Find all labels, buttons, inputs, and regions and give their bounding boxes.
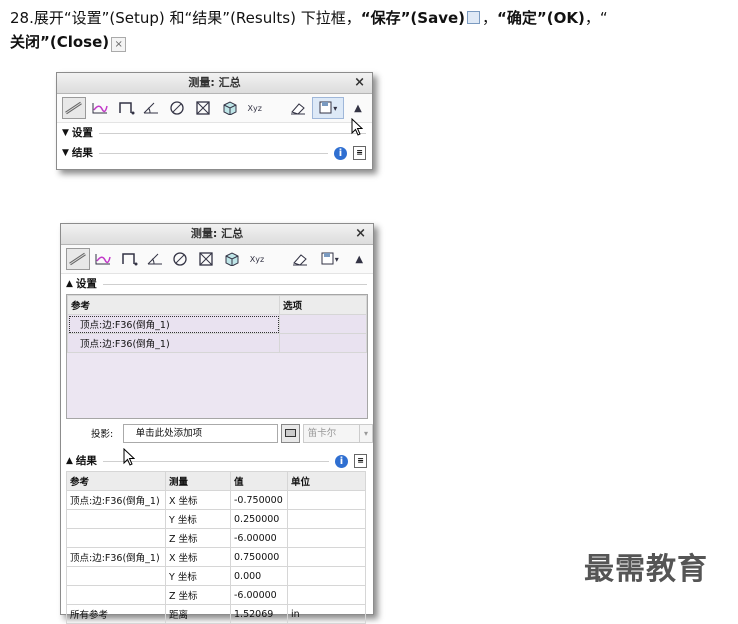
reference-cell[interactable]: 顶点:边:F36(倒角_1) <box>67 333 280 353</box>
volume-icon[interactable] <box>217 97 241 119</box>
save-icon <box>467 11 481 24</box>
table-row[interactable]: 所有参考 距离 1.52069 in <box>66 604 366 624</box>
results-section-header[interactable]: ▼ 结果 i ≡ <box>57 143 372 163</box>
mouse-cursor-icon <box>351 118 363 136</box>
circle-icon[interactable] <box>165 97 189 119</box>
expand-arrow-icon: ▼ <box>62 148 69 158</box>
setup-section-header[interactable]: ▼ 设置 <box>57 123 372 143</box>
dialog-close-button[interactable]: × <box>355 224 366 244</box>
column-header-value[interactable]: 值 <box>230 471 288 491</box>
projection-input[interactable]: 单击此处添加项 <box>122 423 279 443</box>
table-row[interactable]: Y 坐标 0.250000 <box>66 509 366 529</box>
reference-row[interactable]: 顶点:边:F36(倒角_1) <box>67 333 367 353</box>
save-term: “保存”(Save) <box>360 9 466 27</box>
dialog-title: 测量: 汇总 <box>190 227 244 240</box>
angle-icon[interactable] <box>139 97 163 119</box>
reference-header-row: 参考 选项 <box>67 295 367 315</box>
projection-row: 投影: 单击此处添加项 笛卡尔 ▾ <box>61 419 373 447</box>
expand-arrow-icon: ▼ <box>62 128 69 138</box>
table-row[interactable]: 顶点:边:F36(倒角_1) X 坐标 -0.750000 <box>66 490 366 510</box>
table-row[interactable]: 顶点:边:F36(倒角_1) X 坐标 0.750000 <box>66 547 366 567</box>
mouse-cursor-icon <box>123 448 135 466</box>
results-header-row: 参考 测量 值 单位 <box>66 471 366 491</box>
results-table: 参考 测量 值 单位 顶点:边:F36(倒角_1) X 坐标 -0.750000 Y… <box>66 471 366 624</box>
projection-label: 投影: <box>91 429 114 440</box>
results-label: 结果 <box>75 455 97 467</box>
table-row[interactable]: Z 坐标 -6.00000 <box>66 585 366 605</box>
measure-toolbar: Xyz ▾ ▲ <box>57 94 372 123</box>
close-term: 关闭”(Close) <box>10 33 110 51</box>
coordinate-system-select[interactable]: 笛卡尔 ▾ <box>302 423 373 443</box>
column-header-reference[interactable]: 参考 <box>67 295 280 315</box>
save-dropdown-icon[interactable]: ▾ <box>333 104 337 113</box>
eraser-icon[interactable] <box>288 248 312 270</box>
chevron-down-icon: ▾ <box>359 424 372 442</box>
transform-icon[interactable]: Xyz <box>245 248 269 270</box>
results-label: 结果 <box>71 147 93 159</box>
coordinate-system-value: 笛卡尔 <box>307 427 337 439</box>
save-button[interactable]: ▾ <box>312 97 345 119</box>
instruction-part1: 展开“设置”(Setup) 和“结果”(Results) 下拉框， <box>33 9 361 27</box>
list-icon[interactable]: ≡ <box>354 454 367 468</box>
setup-label: 设置 <box>75 278 97 290</box>
setup-label: 设置 <box>71 127 93 139</box>
eraser-icon[interactable] <box>286 97 310 119</box>
reference-row[interactable]: 顶点:边:F36(倒角_1) <box>67 314 367 334</box>
column-header-unit[interactable]: 单位 <box>287 471 366 491</box>
watermark-brand: 最需教育 <box>584 552 708 587</box>
angle-icon[interactable] <box>143 248 167 270</box>
diameter-icon[interactable] <box>117 248 141 270</box>
step-number: 28. <box>10 9 34 27</box>
measure-toolbar: Xyz ▾ ▲ <box>61 245 373 274</box>
measure-summary-dialog-expanded: 测量: 汇总 × Xyz ▾ ▲ ▲ 设置 参考 选项 顶点:边:F36(倒角_… <box>60 223 374 624</box>
distance-icon[interactable] <box>62 97 86 119</box>
length-icon[interactable] <box>92 248 116 270</box>
options-cell[interactable] <box>279 333 367 353</box>
save-button[interactable]: ▾ <box>314 248 345 270</box>
results-section-header[interactable]: ▲ 结果 i ≡ <box>61 451 373 471</box>
save-dropdown-icon[interactable]: ▾ <box>335 255 339 264</box>
collapse-arrow-icon: ▲ <box>66 279 73 289</box>
reference-cell[interactable]: 顶点:边:F36(倒角_1) <box>67 314 280 334</box>
table-row[interactable]: Y 坐标 0.000 <box>66 566 366 586</box>
info-icon[interactable]: i <box>335 454 348 468</box>
column-header-reference[interactable]: 参考 <box>66 471 166 491</box>
circle-icon[interactable] <box>168 248 192 270</box>
diameter-icon[interactable] <box>114 97 138 119</box>
setup-section-header[interactable]: ▲ 设置 <box>61 274 373 294</box>
instruction-text: 28.展开“设置”(Setup) 和“结果”(Results) 下拉框，“保存”… <box>10 9 608 52</box>
ok-term: “确定”(OK) <box>497 9 585 27</box>
length-icon[interactable] <box>88 97 112 119</box>
column-header-options[interactable]: 选项 <box>279 295 367 315</box>
options-cell[interactable] <box>279 314 367 334</box>
collapse-arrow-icon: ▲ <box>66 456 73 466</box>
measure-summary-dialog-collapsed: 测量: 汇总 × Xyz ▾ ▲ ▼ 设置 ▼ 结果 i ≡ <box>56 72 373 170</box>
area-icon[interactable] <box>194 248 218 270</box>
dialog-close-button[interactable]: × <box>354 73 365 93</box>
column-header-measure[interactable]: 测量 <box>165 471 231 491</box>
projection-picker-button[interactable] <box>281 423 300 443</box>
collapse-toolbar-icon[interactable]: ▲ <box>346 97 370 119</box>
dialog-title: 测量: 汇总 <box>188 76 241 89</box>
distance-icon[interactable] <box>66 248 90 270</box>
info-icon[interactable]: i <box>334 146 347 160</box>
dialog-titlebar: 测量: 汇总 × <box>57 73 372 94</box>
table-row[interactable]: Z 坐标 -6.00000 <box>66 528 366 548</box>
collapse-toolbar-icon[interactable]: ▲ <box>347 248 371 270</box>
volume-icon[interactable] <box>220 248 244 270</box>
transform-icon[interactable]: Xyz <box>243 97 267 119</box>
close-icon: × <box>111 37 127 52</box>
list-icon[interactable]: ≡ <box>353 146 366 160</box>
area-icon[interactable] <box>191 97 215 119</box>
dialog-titlebar: 测量: 汇总 × <box>61 224 373 245</box>
reference-list[interactable]: 参考 选项 顶点:边:F36(倒角_1) 顶点:边:F36(倒角_1) <box>66 294 368 419</box>
